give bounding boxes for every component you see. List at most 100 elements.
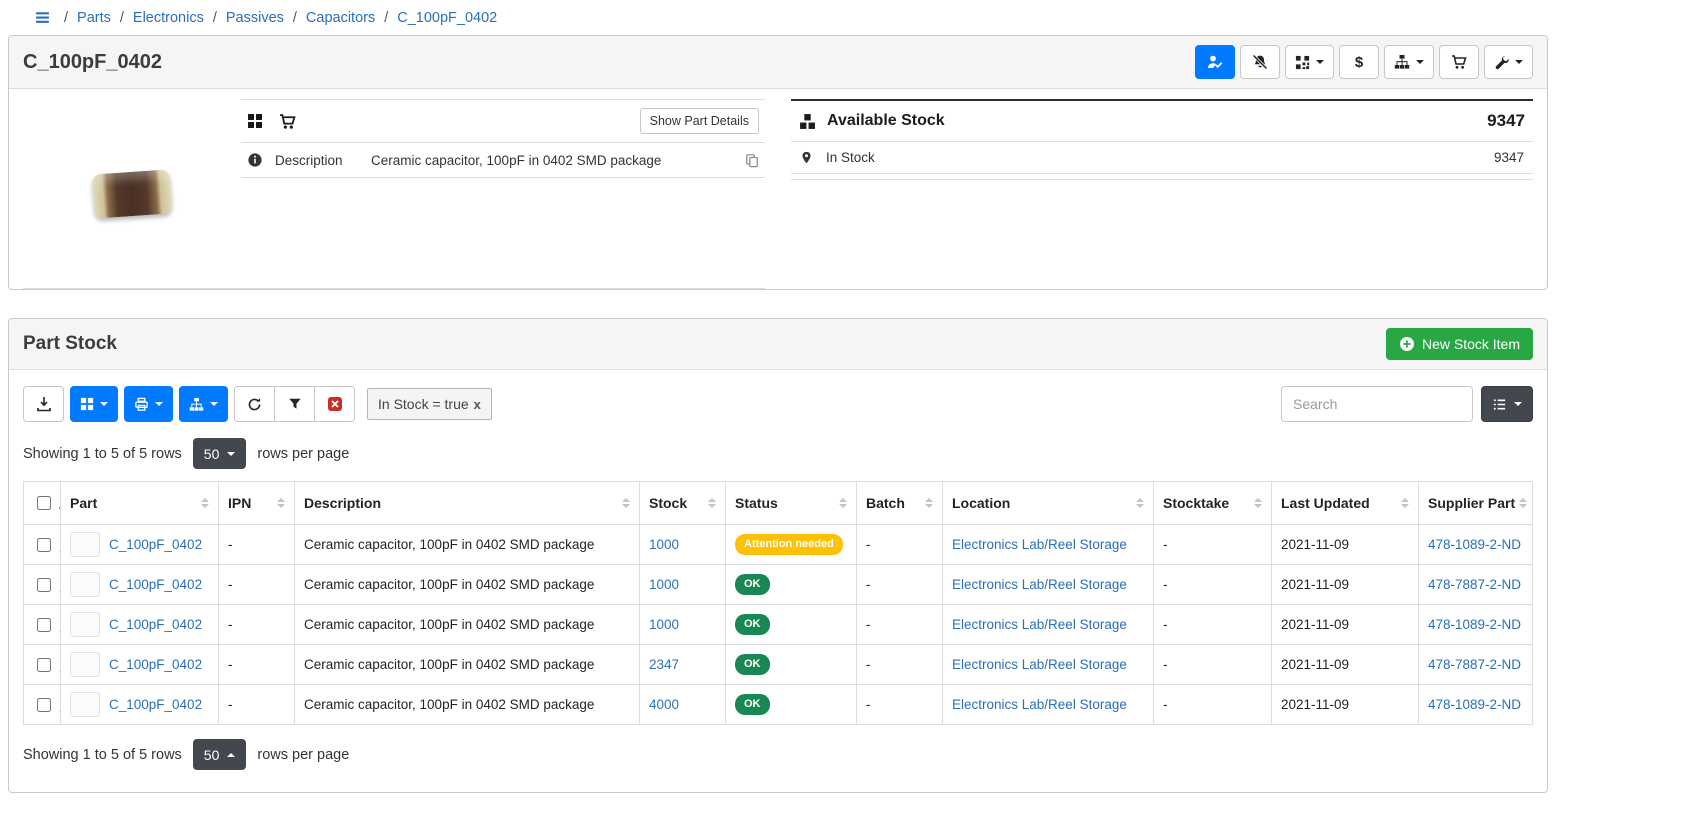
chevron-down-icon: [210, 402, 218, 406]
column-header-stock[interactable]: Stock: [640, 482, 726, 525]
breadcrumb-link-electronics[interactable]: Electronics: [133, 10, 204, 26]
breadcrumb-link-parts[interactable]: Parts: [77, 10, 111, 26]
select-all-checkbox[interactable]: [37, 496, 51, 510]
sort-icon: [1519, 498, 1527, 508]
location-link[interactable]: Electronics Lab/Reel Storage: [952, 697, 1127, 712]
ipn-cell: -: [219, 685, 295, 725]
location-link[interactable]: Electronics Lab/Reel Storage: [952, 657, 1127, 672]
last-updated-cell: 2021-11-09: [1272, 565, 1419, 605]
part-link[interactable]: C_100pF_0402: [109, 657, 202, 672]
chevron-down-icon: [1514, 402, 1522, 406]
last-updated-cell: 2021-11-09: [1272, 525, 1419, 565]
remove-filter-icon[interactable]: x: [474, 397, 481, 412]
capacitor-thumb-image: [73, 617, 97, 632]
column-header-location[interactable]: Location: [943, 482, 1154, 525]
supplier-part-cell: 478-1089-2-ND: [1419, 525, 1533, 565]
location-link[interactable]: Electronics Lab/Reel Storage: [952, 537, 1127, 552]
column-label: Supplier Part: [1428, 495, 1515, 511]
table-row[interactable]: C_100pF_0402 - Ceramic capacitor, 100pF …: [24, 565, 1533, 605]
last-updated-cell: 2021-11-09: [1272, 645, 1419, 685]
supplier-part-link[interactable]: 478-1089-2-ND: [1428, 617, 1521, 632]
barcode-options-dropdown[interactable]: [70, 386, 118, 422]
column-header-last-updated[interactable]: Last Updated: [1272, 482, 1419, 525]
breadcrumb-separator: /: [213, 10, 217, 26]
grid-icon: [80, 397, 94, 411]
location-cell: Electronics Lab/Reel Storage: [943, 645, 1154, 685]
supplier-part-cell: 478-1089-2-ND: [1419, 605, 1533, 645]
stock-options-dropdown[interactable]: [179, 386, 228, 422]
supplier-part-cell: 478-1089-2-ND: [1419, 685, 1533, 725]
supplier-part-link[interactable]: 478-7887-2-ND: [1428, 657, 1521, 672]
chevron-down-icon: [1416, 60, 1424, 64]
stock-cell: 1000: [640, 605, 726, 645]
export-button[interactable]: [23, 386, 64, 422]
location-cell: Electronics Lab/Reel Storage: [943, 525, 1154, 565]
table-row[interactable]: C_100pF_0402 - Ceramic capacitor, 100pF …: [24, 605, 1533, 645]
page: / Parts / Electronics / Passives / Capac…: [8, 0, 1548, 793]
row-select-checkbox[interactable]: [37, 618, 51, 632]
part-link[interactable]: C_100pF_0402: [109, 617, 202, 632]
status-cell: OK: [726, 565, 857, 605]
order-part-button[interactable]: [1439, 45, 1479, 79]
column-header-description[interactable]: Description: [295, 482, 640, 525]
stock-quantity-link[interactable]: 2347: [649, 657, 679, 672]
new-stock-item-button[interactable]: New Stock Item: [1386, 328, 1533, 360]
menu-icon[interactable]: [34, 9, 55, 26]
cart-icon[interactable]: [279, 113, 296, 130]
pricing-button[interactable]: $: [1339, 45, 1379, 79]
refresh-button[interactable]: [234, 386, 275, 422]
supplier-part-link[interactable]: 478-7887-2-ND: [1428, 577, 1521, 592]
supplier-part-link[interactable]: 478-1089-2-ND: [1428, 537, 1521, 552]
row-select-checkbox[interactable]: [37, 658, 51, 672]
part-link[interactable]: C_100pF_0402: [109, 697, 202, 712]
stock-quantity-link[interactable]: 4000: [649, 697, 679, 712]
show-part-details-button[interactable]: Show Part Details: [640, 108, 759, 134]
supplier-part-link[interactable]: 478-1089-2-ND: [1428, 697, 1521, 712]
status-cell: OK: [726, 645, 857, 685]
location-link[interactable]: Electronics Lab/Reel Storage: [952, 577, 1127, 592]
table-row[interactable]: C_100pF_0402 - Ceramic capacitor, 100pF …: [24, 645, 1533, 685]
table-row[interactable]: C_100pF_0402 - Ceramic capacitor, 100pF …: [24, 685, 1533, 725]
table-row[interactable]: C_100pF_0402 - Ceramic capacitor, 100pF …: [24, 525, 1533, 565]
column-header-part[interactable]: Part: [61, 482, 219, 525]
location-link[interactable]: Electronics Lab/Reel Storage: [952, 617, 1127, 632]
sort-icon: [925, 498, 933, 508]
column-toggle-dropdown[interactable]: [1481, 386, 1533, 422]
column-header-stocktake[interactable]: Stocktake: [1154, 482, 1272, 525]
new-stock-item-label: New Stock Item: [1422, 336, 1520, 352]
part-image[interactable]: [23, 99, 241, 288]
breadcrumb-link-passives[interactable]: Passives: [226, 10, 284, 26]
available-stock-total: 9347: [1487, 111, 1525, 131]
page-size-dropdown[interactable]: 50: [193, 438, 247, 469]
part-link[interactable]: C_100pF_0402: [109, 537, 202, 552]
status-cell: OK: [726, 685, 857, 725]
row-select-checkbox[interactable]: [37, 538, 51, 552]
column-header-ipn[interactable]: IPN: [219, 482, 295, 525]
column-header-status[interactable]: Status: [726, 482, 857, 525]
page-size-dropdown[interactable]: 50: [193, 739, 247, 770]
print-actions-dropdown[interactable]: [124, 386, 173, 422]
breadcrumb-link-current-part[interactable]: C_100pF_0402: [397, 10, 497, 26]
stock-quantity-link[interactable]: 1000: [649, 577, 679, 592]
barcode-actions-dropdown[interactable]: [1285, 45, 1334, 79]
notifications-off-button[interactable]: [1240, 45, 1280, 79]
last-updated-cell: 2021-11-09: [1272, 605, 1419, 645]
part-link[interactable]: C_100pF_0402: [109, 577, 202, 592]
part-actions-dropdown[interactable]: [1484, 45, 1533, 79]
row-select-checkbox[interactable]: [37, 578, 51, 592]
clear-filters-button[interactable]: [314, 386, 355, 422]
tools-icon: [1494, 55, 1509, 70]
info-icon: [247, 152, 263, 168]
stock-quantity-link[interactable]: 1000: [649, 537, 679, 552]
search-input[interactable]: [1281, 386, 1473, 422]
column-header-supplier-part[interactable]: Supplier Part: [1419, 482, 1533, 525]
stock-actions-dropdown[interactable]: [1384, 45, 1434, 79]
copy-icon[interactable]: [745, 153, 759, 168]
row-select-checkbox[interactable]: [37, 698, 51, 712]
stock-quantity-link[interactable]: 1000: [649, 617, 679, 632]
breadcrumb-link-capacitors[interactable]: Capacitors: [306, 10, 375, 26]
grid-icon[interactable]: [247, 113, 263, 129]
filter-button[interactable]: [274, 386, 315, 422]
column-header-batch[interactable]: Batch: [857, 482, 943, 525]
subscribe-button[interactable]: [1195, 45, 1235, 79]
